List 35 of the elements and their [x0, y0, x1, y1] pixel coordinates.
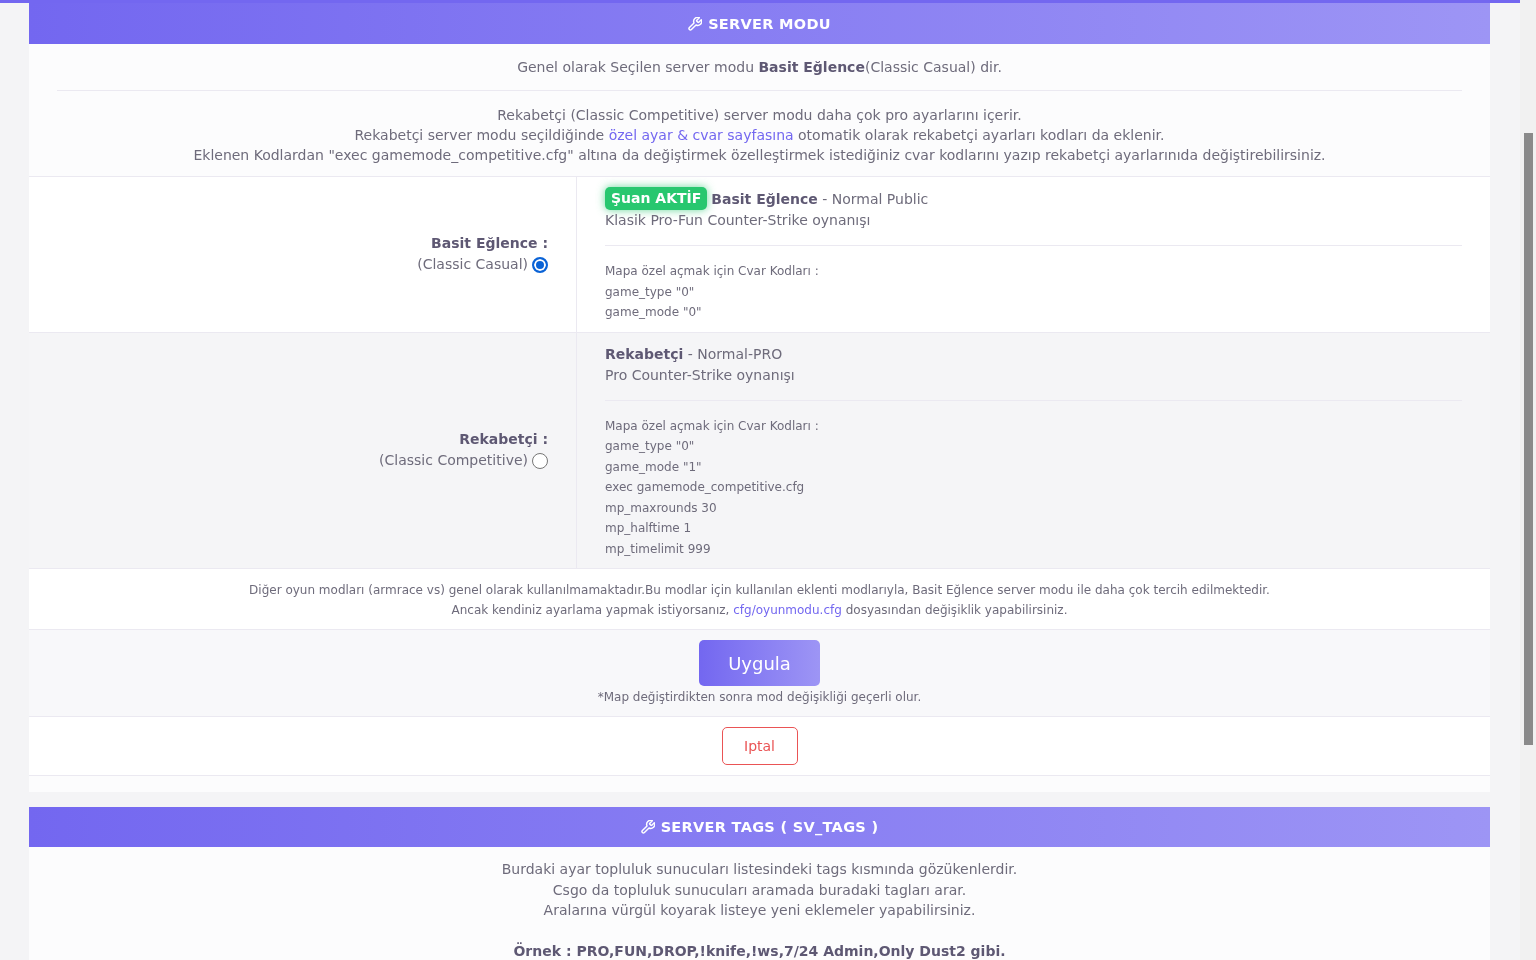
mode-description: Pro Counter-Strike oynanışı: [605, 365, 795, 385]
file-link[interactable]: cfg/oyunmodu.cfg: [733, 603, 842, 617]
radio-button[interactable]: [532, 452, 548, 469]
cvar-line: game_mode "1": [605, 458, 702, 476]
cvar-line: mp_halftime 1: [605, 520, 692, 537]
mode-sublabel: (Classic Casual): [417, 255, 528, 275]
mode-label: Basit Eğlence :: [431, 234, 548, 254]
apply-button[interactable]: Uygula: [699, 640, 820, 686]
apply-hint: *Map değiştirdikten sonra mod değişikliği geçerli olur.: [597, 689, 922, 706]
cvar-heading: Mapa özel açmak için Cvar Kodları :: [605, 263, 819, 280]
wrench-icon: [688, 16, 703, 31]
cvar-line: game_type "0": [605, 438, 695, 455]
cancel-button[interactable]: Iptal: [721, 727, 798, 765]
cvar-line: game_type "0": [605, 283, 695, 301]
mode-headline: Basit Eğlence - Normal Public: [711, 189, 929, 209]
card-title: SERVER MODU: [708, 15, 831, 32]
tags-info-paragraph: Burdaki ayar topluluk sunucuları listesindeki tags kısmında gözükenlerdir. Csgo da topluluk sunucuları aramada buradaki tagları arar. Aralarına vürgül koyarak listeye yeni eklemeler yapabilirsiniz.: [501, 860, 1018, 920]
settings-link[interactable]: özel ayar & cvar sayfasına: [608, 127, 794, 143]
mode-headline: Rekabetçi - Normal-PRO: [605, 344, 783, 364]
cvar-line: mp_timelimit 999: [605, 540, 711, 558]
wrench-icon: [640, 820, 655, 834]
example-text: Örnek : PRO,FUN,DROP,!knife,!ws,7/24 Admin,Only Dust2 gibi.: [513, 941, 1006, 960]
cvar-line: mp_maxrounds 30: [605, 499, 717, 517]
cvar-line: exec gamemode_competitive.cfg: [605, 479, 805, 496]
status-badge: Şuan AKTİF: [605, 187, 708, 210]
intro-paragraph: Rekabetçi (Classic Competitive) server modu daha çok pro ayarlarını içerir. Rekabetçi server modu seçildiğinde özel ayar & cvar sayfasına otomatik olarak rekabetçi ayarları kodları da eklenir. Eklenen Kodlardan "exec gamemode_competitive.cfg" altına da değiştirmek özelleştirmek istediğiniz cvar kodlarını yazıp rekabetçi ayarlarınıda değiştirebilirsiniz.: [192, 106, 1327, 165]
scrollbar-thumb[interactable]: [1523, 133, 1533, 745]
mode-label: Rekabetçi :: [459, 430, 548, 450]
mode-description: Klasik Pro-Fun Counter-Strike oynanışı: [605, 211, 871, 230]
cvar-line: game_mode "0": [605, 304, 702, 321]
cvar-heading: Mapa özel açmak için Cvar Kodları :: [605, 417, 819, 435]
summary-text: Genel olarak Seçilen server modu Basit Eğlence(Classic Casual) dir.: [516, 58, 1003, 77]
card-title: SERVER TAGS ( SV_TAGS ): [660, 819, 879, 835]
radio-button[interactable]: [532, 256, 548, 273]
mode-sublabel: (Classic Competitive): [379, 451, 528, 471]
